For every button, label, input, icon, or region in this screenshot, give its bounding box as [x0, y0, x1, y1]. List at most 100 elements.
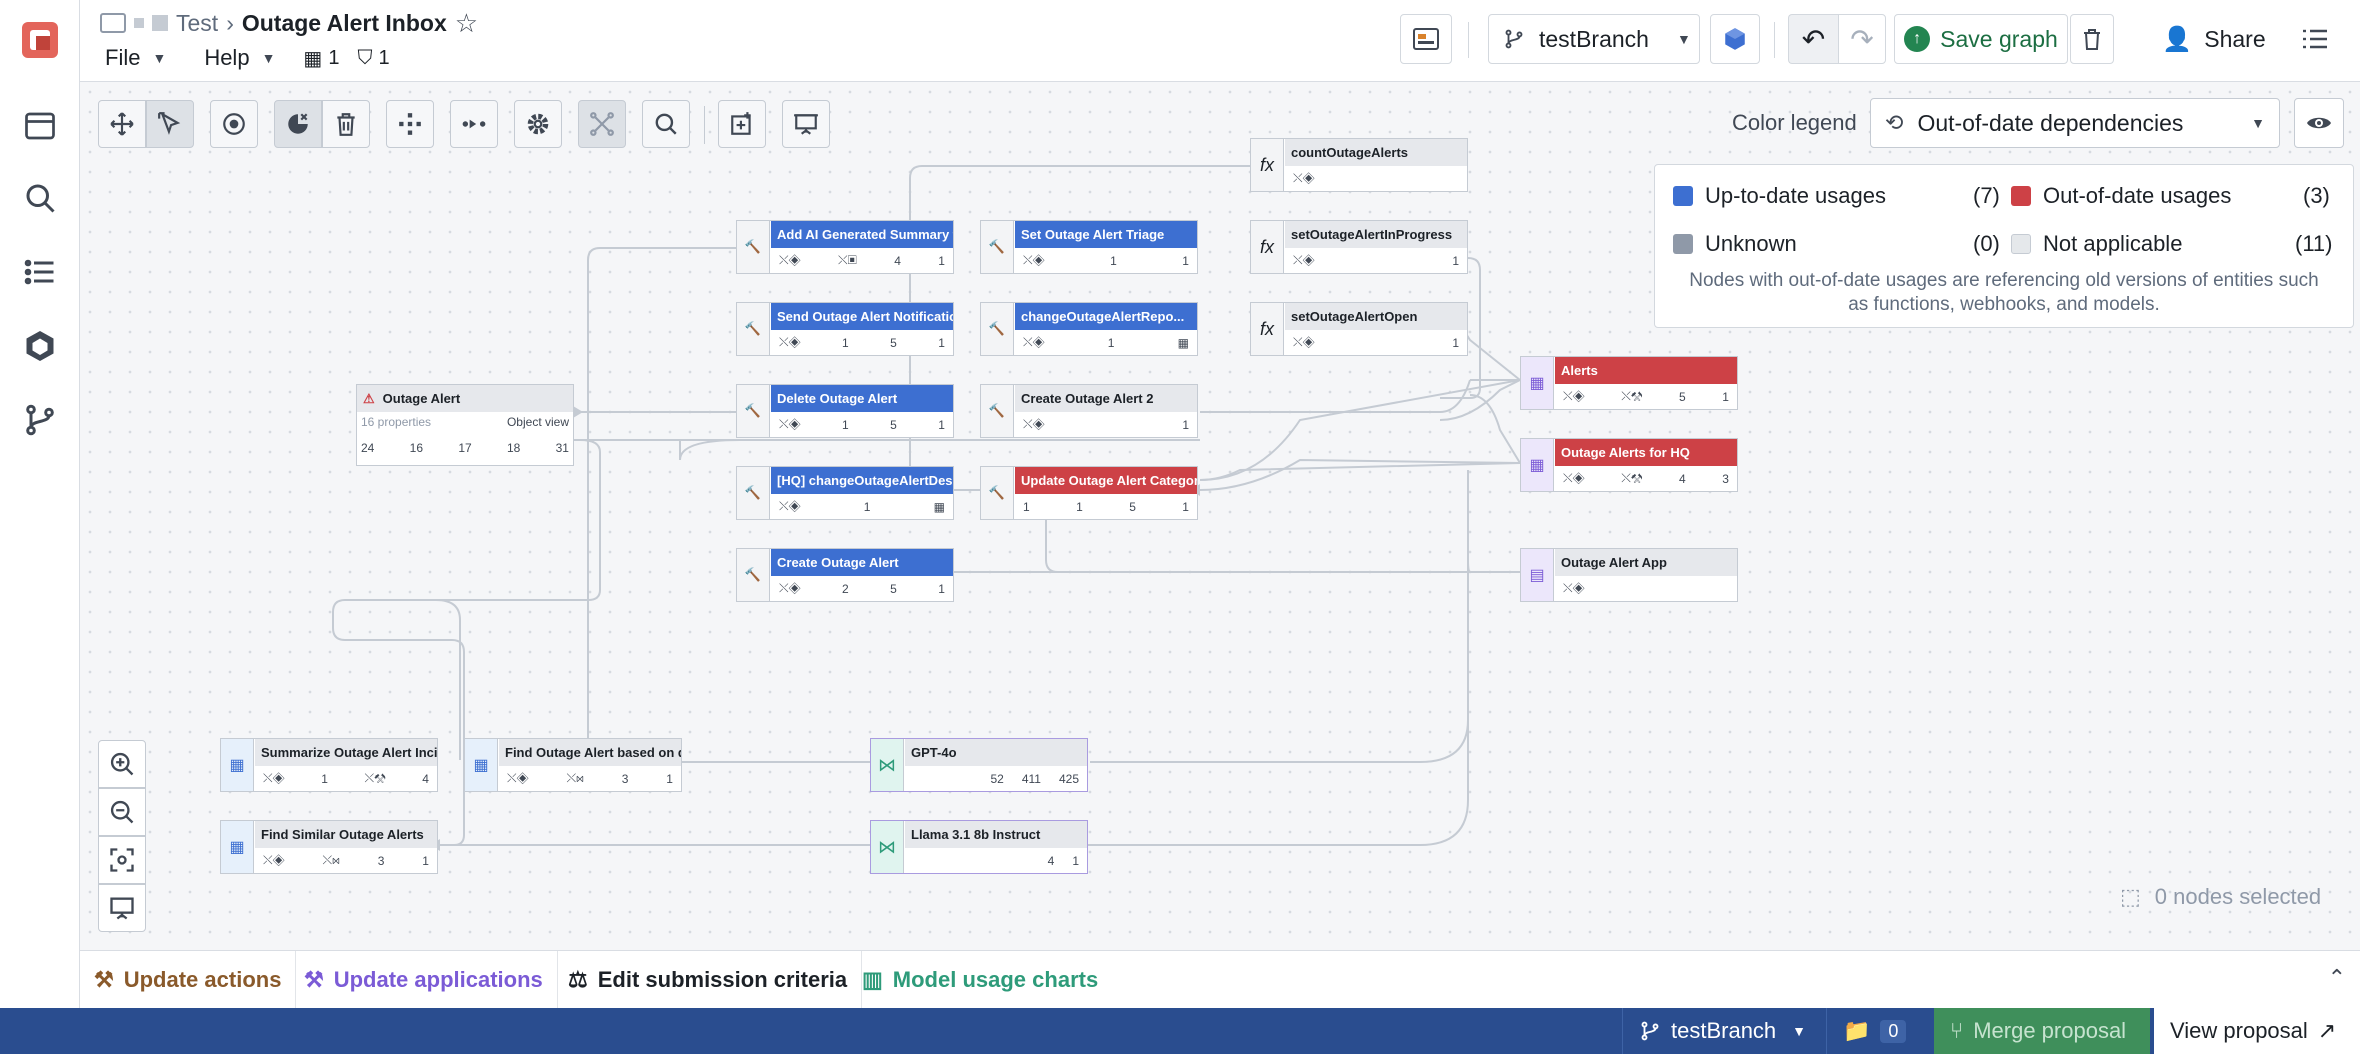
fit-view-button[interactable]: [98, 836, 146, 884]
table-icon: ▦: [1521, 357, 1554, 409]
search-icon[interactable]: [22, 180, 58, 216]
action-node[interactable]: 🔨 Add AI Generated Summary to... ⤬◈ ⤬▣ 4 1: [736, 220, 954, 274]
settings-button[interactable]: [514, 100, 562, 148]
model-node[interactable]: ⋈ Llama 3.1 8b Instruct 41: [870, 820, 1088, 874]
page-title[interactable]: Outage Alert Inbox: [242, 10, 447, 37]
node-title: Update Outage Alert Category: [1015, 467, 1197, 494]
action-node[interactable]: 🔨 Create Outage Alert ⤬◈ 2 5 1: [736, 548, 954, 602]
action-node[interactable]: 🔨 Create Outage Alert 2 ⤬◈ 1: [980, 384, 1198, 438]
model-icon: ⋈: [871, 821, 904, 873]
shield-badge[interactable]: ⛉ 1: [357, 47, 389, 70]
zoom-in-icon: [110, 752, 134, 776]
model-icon: ⋈: [871, 739, 904, 791]
ontology-badge[interactable]: ▦ 1: [303, 46, 339, 71]
present-button[interactable]: [782, 100, 830, 148]
object-view-link[interactable]: Object view: [507, 415, 569, 429]
remove-node-button[interactable]: [274, 100, 322, 148]
more-menu-button[interactable]: [2290, 14, 2340, 64]
record-button[interactable]: [210, 100, 258, 148]
toggle-visibility-button[interactable]: [2294, 98, 2344, 148]
redo-button[interactable]: ↷: [1838, 14, 1886, 64]
layout-tool-button[interactable]: [386, 100, 434, 148]
zoom-out-button[interactable]: [98, 788, 146, 836]
action-node[interactable]: 🔨 changeOutageAlertRepo... ⤬◈ 1 ▦: [980, 302, 1198, 356]
branch-selector[interactable]: testBranch ▼: [1488, 14, 1700, 64]
ontology-button[interactable]: [1710, 14, 1760, 64]
action-node[interactable]: 🔨 Update Outage Alert Category 1 1 5 1: [980, 466, 1198, 520]
count: 1: [422, 853, 429, 868]
function-node[interactable]: fx setOutageAlertInProgress ⤬◈ 1: [1250, 220, 1468, 274]
ontology-icon: ⤬◈: [779, 253, 801, 267]
merge-proposal-button[interactable]: ⑂ Merge proposal: [1934, 1008, 2150, 1054]
folder-icon: [100, 13, 126, 33]
color-legend-select[interactable]: ⟲ Out-of-date dependencies ▼: [1870, 98, 2280, 148]
share-button[interactable]: 👤 Share: [2150, 14, 2278, 64]
node-title: changeOutageAlertRepo...: [1015, 303, 1197, 330]
present-mode-button[interactable]: [98, 884, 146, 932]
tab-model-usage-charts[interactable]: ▥ Model usage charts: [848, 951, 1112, 1009]
view-proposal-button[interactable]: View proposal ↗: [2154, 1008, 2360, 1054]
tab-edit-submission-criteria[interactable]: ⚖ Edit submission criteria: [554, 951, 863, 1009]
delete-button[interactable]: [322, 100, 370, 148]
add-node-button[interactable]: [718, 100, 766, 148]
list-icon[interactable]: [22, 254, 58, 290]
node-counts: ⤬◈ ⤬▣ 4 1: [771, 248, 953, 273]
view-proposal-label: View proposal: [2170, 1018, 2308, 1043]
count: 1: [1182, 499, 1189, 514]
breadcrumb-parent[interactable]: Test: [176, 10, 218, 37]
legend-count: (11): [2295, 231, 2333, 256]
star-icon[interactable]: ☆: [455, 8, 478, 39]
function-node[interactable]: fx setOutageAlertOpen ⤬◈ 1: [1250, 302, 1468, 356]
object-type-node[interactable]: ⚠ Outage Alert 16 properties Object view …: [356, 384, 574, 466]
logic-node[interactable]: ▦ Summarize Outage Alert Incid... ⤬◈ 1 ⤬⚒ 4: [220, 738, 438, 792]
legend-item-up-to-date: Up-to-date usages: [1673, 183, 1886, 209]
collapse-panel-icon[interactable]: ⌃: [2328, 965, 2346, 991]
node-counts: ⤬◈ ⤬⚒ 5 1: [1555, 384, 1737, 409]
workspace-icon[interactable]: [22, 108, 58, 144]
gavel-icon: ⚖: [568, 967, 588, 992]
count: 17: [458, 441, 472, 455]
layout-button[interactable]: [1400, 14, 1452, 64]
action-icon: 🔨: [981, 303, 1014, 355]
graph-tool-button[interactable]: [578, 100, 626, 148]
flow-icon: [462, 119, 486, 129]
object-set-node[interactable]: ▦ Outage Alerts for HQ ⤬◈ ⤬⚒ 4 3: [1520, 438, 1738, 492]
undo-button[interactable]: ↶: [1788, 14, 1838, 64]
cube-icon[interactable]: [22, 328, 58, 364]
tab-update-actions[interactable]: ⚒ Update actions: [80, 951, 297, 1009]
application-node[interactable]: ▤ Outage Alert App ⤬◈: [1520, 548, 1738, 602]
node-title: GPT-4o: [905, 739, 1087, 766]
logic-node[interactable]: ▦ Find Outage Alert based on de... ⤬◈ ⤬⋈ 3…: [464, 738, 682, 792]
legend-label: Out-of-date usages: [2043, 183, 2232, 208]
count: 1: [1452, 335, 1459, 350]
status-branch-selector[interactable]: testBranch ▼: [1622, 1008, 1822, 1054]
action-node[interactable]: 🔨 Send Outage Alert Notificatio... ⤬◈ 1 5 1: [736, 302, 954, 356]
model-node[interactable]: ⋈ GPT-4o 52 411 425: [870, 738, 1088, 792]
tab-update-applications[interactable]: ⚒ Update applications: [290, 951, 558, 1009]
action-node[interactable]: 🔨 Set Outage Alert Triage ⤬◈ 1 1: [980, 220, 1198, 274]
select-tool-button[interactable]: [146, 100, 194, 148]
node-counts: 24 16 17 18 31: [361, 441, 569, 455]
zoom-in-button[interactable]: [98, 740, 146, 788]
function-node[interactable]: fx countOutageAlerts ⤬◈: [1250, 138, 1468, 192]
proposals-button[interactable]: 📁 0: [1826, 1008, 1922, 1054]
move-tool-button[interactable]: [98, 100, 146, 148]
object-set-node[interactable]: ▦ Alerts ⤬◈ ⤬⚒ 5 1: [1520, 356, 1738, 410]
action-node[interactable]: 🔨 Delete Outage Alert ⤬◈ 1 5 1: [736, 384, 954, 438]
branch-icon[interactable]: [22, 402, 58, 438]
action-node[interactable]: 🔨 [HQ] changeOutageAlertDescr... ⤬◈ 1 ▦: [736, 466, 954, 520]
app-logo[interactable]: [0, 0, 80, 80]
graph-canvas[interactable]: Color legend ⟲ Out-of-date dependencies …: [80, 82, 2360, 950]
logic-node[interactable]: ▦ Find Similar Outage Alerts ⤬◈ ⤬⋈ 3 1: [220, 820, 438, 874]
proposal-count: 0: [1880, 1019, 1907, 1043]
save-graph-button[interactable]: ↑ Save graph: [1894, 14, 2068, 64]
node-title: countOutageAlerts: [1285, 139, 1467, 166]
help-menu[interactable]: Help ▼: [204, 45, 275, 71]
count: 3: [621, 771, 629, 786]
delete-graph-button[interactable]: [2070, 14, 2114, 64]
file-menu[interactable]: File ▼: [105, 45, 166, 71]
redo-icon: ↷: [1850, 23, 1874, 55]
image-icon: ⤬▣: [838, 253, 857, 267]
flow-tool-button[interactable]: [450, 100, 498, 148]
search-graph-button[interactable]: [642, 100, 690, 148]
